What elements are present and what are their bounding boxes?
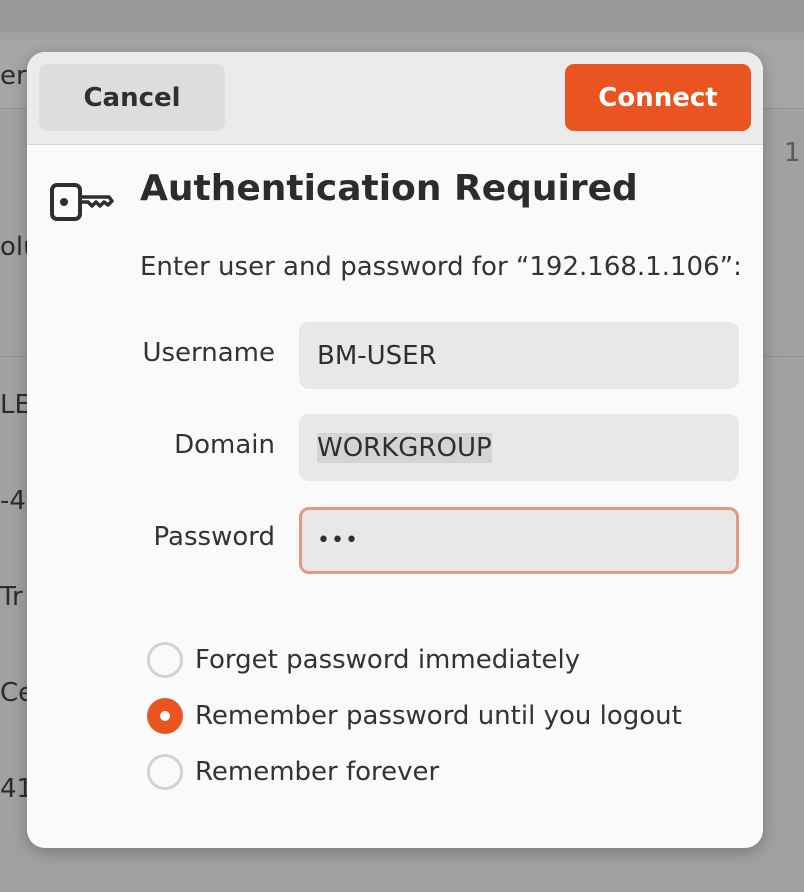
background-text: 1 [784, 138, 801, 168]
connect-button[interactable]: Connect [565, 64, 751, 131]
domain-value: WORKGROUP [317, 432, 492, 463]
domain-label: Domain [174, 430, 275, 460]
background-text: er [0, 61, 27, 91]
radio-button-selected[interactable] [147, 698, 183, 734]
background-text: Tr [0, 582, 23, 612]
username-field[interactable]: BM-USER [299, 322, 739, 389]
key-icon [49, 180, 115, 224]
background-text: -4 [0, 486, 26, 516]
radio-forget-immediately[interactable]: Forget password immediately [147, 640, 580, 680]
dialog-subtitle: Enter user and password for “192.168.1.1… [140, 252, 742, 282]
background-titlebar [0, 0, 804, 32]
password-field[interactable]: ••• [299, 507, 739, 574]
cancel-button[interactable]: Cancel [39, 64, 225, 131]
radio-remember-until-logout[interactable]: Remember password until you logout [147, 696, 682, 736]
dialog-title: Authentication Required [140, 168, 638, 209]
username-value: BM-USER [317, 340, 437, 371]
radio-button[interactable] [147, 642, 183, 678]
radio-label: Remember password until you logout [195, 701, 682, 731]
domain-field[interactable]: WORKGROUP [299, 414, 739, 481]
radio-label: Remember forever [195, 757, 440, 787]
radio-label: Forget password immediately [195, 645, 581, 675]
radio-button[interactable] [147, 754, 183, 790]
password-label: Password [153, 522, 275, 552]
password-value: ••• [317, 528, 359, 553]
radio-remember-forever[interactable]: Remember forever [147, 752, 439, 792]
username-label: Username [142, 338, 275, 368]
authentication-dialog: Cancel Connect Authentication Required E… [27, 52, 763, 848]
